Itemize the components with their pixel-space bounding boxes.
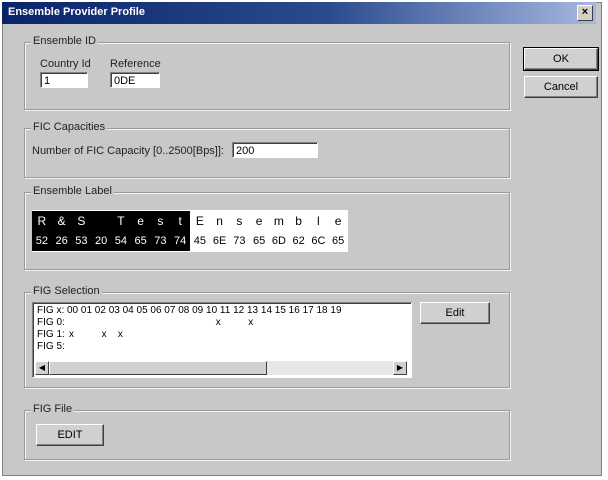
ensemble-label-grid[interactable]: R & S TestEnsemble 52 26 53 20 54 65 73 74 45 6E 73 6…: [32, 210, 348, 252]
fig-mark[interactable]: x: [69, 329, 74, 340]
close-icon[interactable]: ×: [577, 5, 593, 21]
label-char-5[interactable]: e: [130, 211, 151, 231]
label-hex-7[interactable]: 74: [170, 231, 190, 251]
label-hex-8[interactable]: 45: [190, 231, 210, 251]
fic-capacities-group-label: FIC Capacities: [31, 121, 108, 133]
edit-file-button-label: EDIT: [57, 429, 83, 441]
fig-mark[interactable]: x: [102, 329, 107, 340]
label-char-13[interactable]: b: [289, 211, 309, 231]
left-arrow-icon[interactable]: ◀: [35, 361, 49, 375]
ensemble-label-chars-row: R & S TestEnsemble: [32, 211, 348, 231]
label-hex-11[interactable]: 65: [249, 231, 269, 251]
label-hex-12[interactable]: 6D: [269, 231, 289, 251]
label-char-2[interactable]: S: [71, 211, 92, 231]
label-char-14[interactable]: l: [309, 211, 329, 231]
label-char-7[interactable]: t: [170, 211, 190, 231]
label-char-0[interactable]: R: [32, 211, 52, 231]
edit-button-label: Edit: [445, 307, 465, 319]
fig-0-label: FIG 0:: [37, 317, 65, 328]
ok-button-label: OK: [553, 53, 569, 65]
label-char-9[interactable]: n: [210, 211, 230, 231]
right-arrow-icon[interactable]: ▶: [393, 361, 407, 375]
fig-5-label: FIG 5:: [37, 341, 65, 352]
ok-button[interactable]: OK: [523, 47, 599, 71]
label-hex-4[interactable]: 54: [111, 231, 131, 251]
fig-mark[interactable]: x: [118, 329, 123, 340]
fig-selection-list[interactable]: FIG x: 00 01 02 03 04 05 06 07 08 09 10 …: [32, 302, 412, 378]
label-hex-13[interactable]: 62: [289, 231, 309, 251]
fig-header-row: FIG x: 00 01 02 03 04 05 06 07 08 09 10 …: [37, 305, 342, 316]
label-hex-0[interactable]: 52: [32, 231, 52, 251]
label-char-8[interactable]: E: [190, 211, 210, 231]
label-char-1[interactable]: &: [51, 211, 72, 231]
ensemble-label-hex-row: 52 26 53 20 54 65 73 74 45 6E 73 65 6D 62 6C 65: [32, 231, 348, 251]
label-hex-5[interactable]: 65: [130, 231, 151, 251]
ensemble-id-group-label: Ensemble ID: [31, 35, 98, 47]
country-id-label: Country Id: [40, 58, 91, 70]
label-hex-2[interactable]: 53: [71, 231, 92, 251]
fig-mark[interactable]: x: [216, 317, 221, 328]
cancel-button-label: Cancel: [543, 81, 579, 93]
reference-label: Reference: [110, 58, 161, 70]
fic-capacity-label: Number of FIC Capacity [0..2500[Bps]]:: [32, 145, 224, 157]
country-id-field[interactable]: 1: [40, 72, 88, 88]
fig-mark[interactable]: x: [248, 317, 253, 328]
edit-file-button[interactable]: EDIT: [36, 424, 104, 446]
label-hex-3[interactable]: 20: [91, 231, 111, 251]
label-hex-14[interactable]: 6C: [309, 231, 329, 251]
cancel-button[interactable]: Cancel: [524, 76, 598, 98]
ensemble-label-group-label: Ensemble Label: [31, 185, 114, 197]
fig-1-label: FIG 1:: [37, 329, 65, 340]
scroll-thumb[interactable]: [49, 361, 267, 375]
label-char-10[interactable]: s: [230, 211, 250, 231]
fig-selection-group-label: FIG Selection: [31, 285, 102, 297]
label-hex-9[interactable]: 6E: [210, 231, 230, 251]
title-bar: Ensemble Provider Profile ×: [2, 2, 596, 24]
label-hex-1[interactable]: 26: [51, 231, 72, 251]
label-char-12[interactable]: m: [269, 211, 289, 231]
label-char-6[interactable]: s: [150, 211, 171, 231]
label-hex-15[interactable]: 65: [328, 231, 348, 251]
fig-file-group-label: FIG File: [31, 403, 75, 415]
label-char-3[interactable]: [91, 211, 111, 231]
label-hex-10[interactable]: 73: [230, 231, 250, 251]
label-char-15[interactable]: e: [328, 211, 348, 231]
fic-capacity-field[interactable]: 200: [232, 142, 318, 158]
label-hex-6[interactable]: 73: [150, 231, 171, 251]
label-char-11[interactable]: e: [249, 211, 269, 231]
ensemble-id-group: Ensemble ID: [24, 35, 510, 110]
edit-button[interactable]: Edit: [420, 302, 490, 324]
window-title: Ensemble Provider Profile: [8, 6, 145, 18]
horizontal-scrollbar[interactable]: ◀ ▶: [35, 361, 407, 375]
label-char-4[interactable]: T: [111, 211, 131, 231]
reference-field[interactable]: 0DE: [110, 72, 160, 88]
